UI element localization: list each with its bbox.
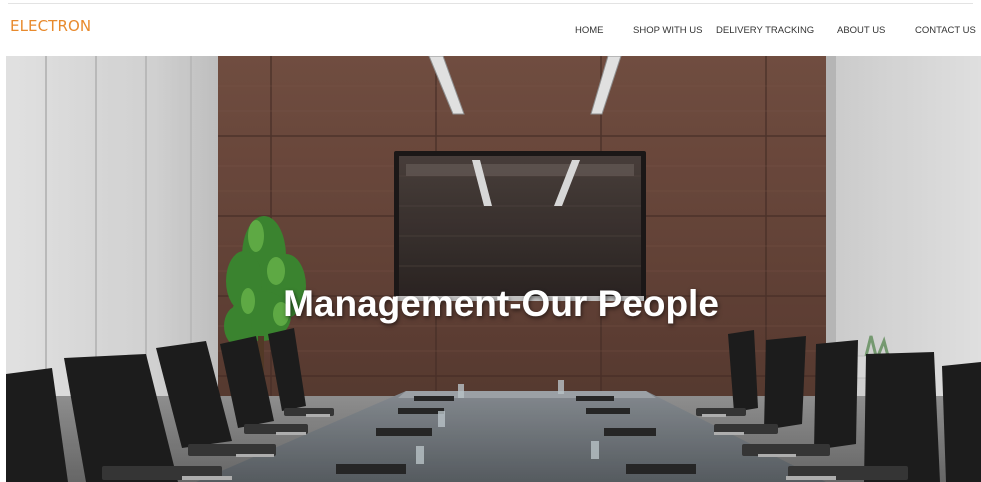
- conference-room-photo: [6, 56, 981, 482]
- nav-item-home[interactable]: HOME: [575, 25, 604, 36]
- site-header: ELECTRON HOME SHOP WITH US DELIVERY TRAC…: [0, 0, 981, 55]
- nav-item-about-us[interactable]: ABOUT US: [837, 25, 885, 36]
- nav-item-shop-with-us[interactable]: SHOP WITH US: [633, 25, 703, 36]
- nav-item-contact-us[interactable]: CONTACT US: [915, 25, 976, 36]
- main-navigation: HOME SHOP WITH US DELIVERY TRACKING ABOU…: [0, 25, 981, 37]
- nav-item-delivery-tracking[interactable]: DELIVERY TRACKING: [716, 25, 814, 36]
- hero-banner: Management-Our People: [6, 56, 981, 482]
- hero-title: Management-Our People: [283, 283, 719, 324]
